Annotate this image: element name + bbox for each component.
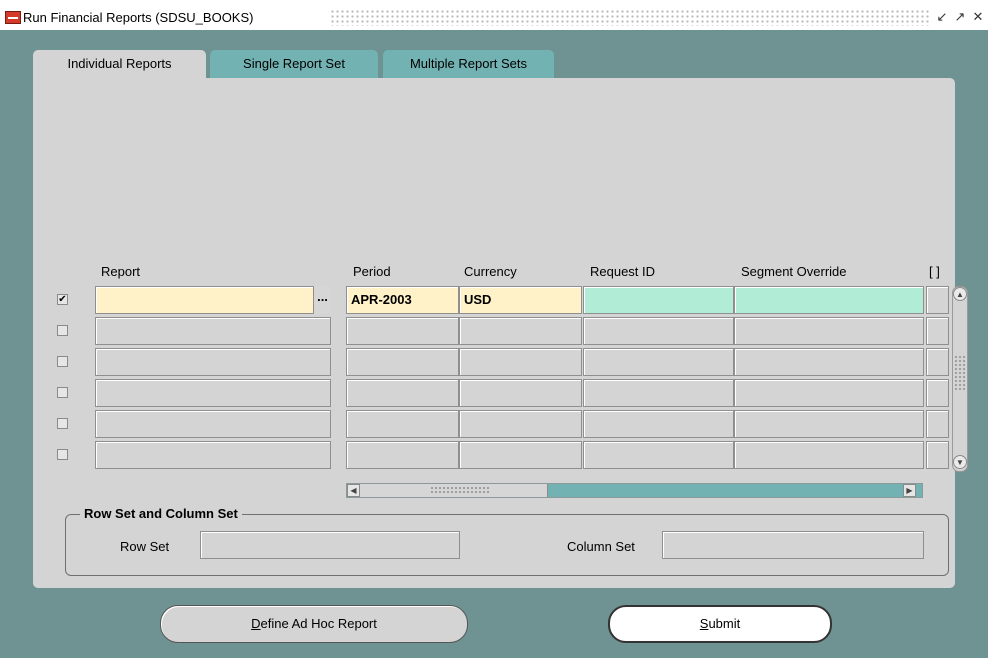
cell-extra[interactable] (926, 441, 949, 469)
column-header-report: Report (101, 264, 141, 279)
oracle-app-icon (5, 11, 21, 24)
cell-request-id[interactable] (583, 410, 734, 438)
scroll-up-icon[interactable]: ▲ (953, 287, 967, 301)
cell-currency[interactable] (459, 348, 582, 376)
cell-currency[interactable] (459, 379, 582, 407)
minimize-icon[interactable]: ↙ (934, 8, 950, 26)
row-set-field[interactable] (200, 531, 460, 559)
row-checkbox[interactable] (57, 449, 68, 460)
cell-currency[interactable]: USD (459, 286, 582, 314)
scroll-down-icon[interactable]: ▼ (953, 455, 967, 469)
vertical-scroll-thumb[interactable] (954, 355, 966, 391)
adhoc-mnemonic: D (251, 616, 261, 631)
column-header-folder[interactable]: [ ] (929, 262, 940, 282)
cell-segment-override[interactable] (734, 441, 924, 469)
cell-period[interactable] (346, 441, 459, 469)
column-set-field[interactable] (662, 531, 924, 559)
cell-currency[interactable] (459, 410, 582, 438)
column-header-currency: Currency (464, 264, 517, 279)
tab-multiple-report-sets[interactable]: Multiple Report Sets (383, 50, 554, 78)
row-checkbox[interactable] (57, 356, 68, 367)
cell-period[interactable] (346, 410, 459, 438)
period-value: APR-2003 (351, 292, 412, 307)
cell-report[interactable] (95, 286, 331, 314)
title-bar-grip[interactable] (330, 9, 930, 26)
cell-segment-override[interactable] (734, 379, 924, 407)
row-set-label: Row Set (120, 539, 170, 554)
currency-value: USD (464, 292, 492, 307)
cell-segment-override[interactable] (734, 348, 924, 376)
cell-segment-override[interactable] (734, 317, 924, 345)
close-icon[interactable]: ✕ (970, 8, 986, 26)
cell-currency[interactable] (459, 317, 582, 345)
cell-report[interactable] (95, 379, 331, 407)
column-header-period: Period (353, 264, 391, 279)
row-checkbox[interactable] (57, 418, 68, 429)
cell-report[interactable] (95, 410, 331, 438)
cell-request-id[interactable] (583, 286, 734, 314)
row-column-set-legend: Row Set and Column Set (80, 504, 242, 524)
cell-request-id[interactable] (583, 317, 734, 345)
window-title: Run Financial Reports (SDSU_BOOKS) (23, 8, 260, 28)
cell-request-id[interactable] (583, 379, 734, 407)
tab-individual-reports[interactable]: Individual Reports (33, 50, 206, 80)
cell-request-id[interactable] (583, 441, 734, 469)
row-checkbox[interactable]: ✔ (57, 294, 68, 305)
cell-segment-override[interactable] (734, 410, 924, 438)
cell-report[interactable] (95, 441, 331, 469)
scroll-left-icon[interactable]: ◀ (347, 484, 360, 497)
cell-extra[interactable] (926, 410, 949, 438)
cell-extra[interactable] (926, 348, 949, 376)
submit-button[interactable]: Submit (608, 605, 832, 643)
column-set-label: Column Set (567, 539, 635, 554)
scroll-right-icon[interactable]: ▶ (903, 484, 916, 497)
cell-period[interactable]: APR-2003 (346, 286, 459, 314)
maximize-icon[interactable]: ↗ (952, 8, 968, 26)
tab-single-report-set[interactable]: Single Report Set (210, 50, 378, 78)
cell-period[interactable] (346, 348, 459, 376)
row-checkbox[interactable] (57, 387, 68, 398)
cell-period[interactable] (346, 317, 459, 345)
cell-extra[interactable] (926, 317, 949, 345)
define-ad-hoc-report-button[interactable]: Define Ad Hoc Report (160, 605, 468, 643)
cell-extra[interactable] (926, 286, 949, 314)
cell-report[interactable] (95, 348, 331, 376)
cell-segment-override[interactable] (734, 286, 924, 314)
adhoc-label: efine Ad Hoc Report (260, 616, 377, 631)
report-lov-button[interactable]: ... (313, 286, 331, 314)
cell-request-id[interactable] (583, 348, 734, 376)
row-checkbox[interactable] (57, 325, 68, 336)
cell-currency[interactable] (459, 441, 582, 469)
cell-period[interactable] (346, 379, 459, 407)
column-header-segment-override: Segment Override (741, 264, 847, 279)
submit-label: ubmit (708, 616, 741, 631)
horizontal-scroll-grip (430, 486, 490, 495)
cell-extra[interactable] (926, 379, 949, 407)
column-header-request-id: Request ID (590, 264, 656, 279)
cell-report[interactable] (95, 317, 331, 345)
